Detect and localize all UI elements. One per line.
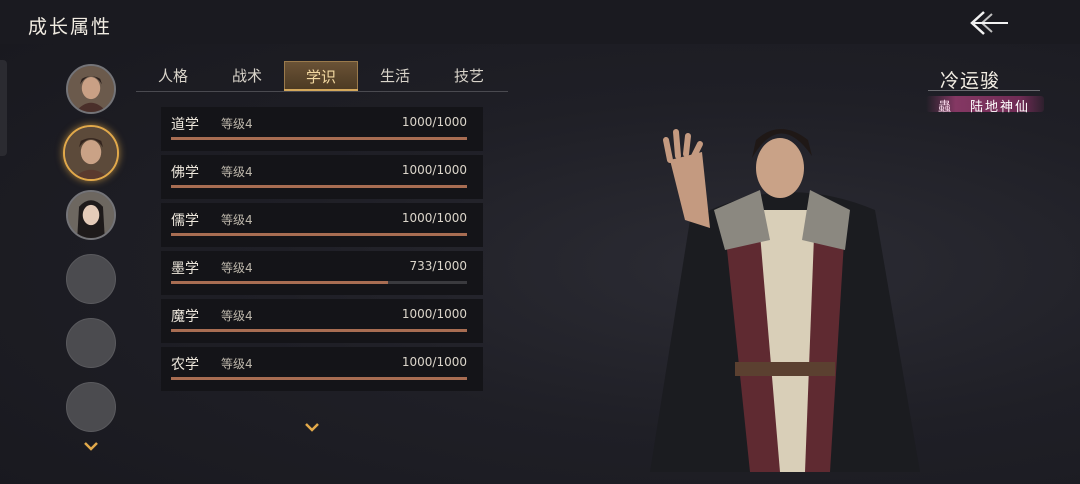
active-tab-underline: [284, 89, 358, 91]
attribute-row[interactable]: 道学 等级4 1000/1000: [161, 107, 483, 151]
page-title: 成长属性: [28, 16, 113, 38]
attribute-row[interactable]: 农学 等级4 1000/1000: [161, 347, 483, 391]
attribute-value: 1000/1000: [401, 307, 467, 321]
attribute-level: 等级4: [221, 213, 253, 227]
chevron-down-icon[interactable]: [305, 422, 319, 432]
tab-craft[interactable]: 技艺: [432, 61, 506, 92]
progress-track: [171, 233, 467, 236]
roster-avatar-empty[interactable]: [66, 254, 116, 304]
roster-avatar-empty[interactable]: [66, 382, 116, 432]
female-hero-portrait-icon: [68, 192, 114, 238]
progress-track: [171, 377, 467, 380]
attribute-value: 1000/1000: [401, 355, 467, 369]
attribute-value: 1000/1000: [401, 115, 467, 129]
attribute-value: 1000/1000: [401, 163, 467, 177]
rank-emblem-icon: 蟲: [938, 100, 952, 115]
attribute-name: 道学: [171, 117, 199, 133]
attribute-name: 儒学: [171, 213, 199, 229]
name-underline: [928, 90, 1040, 91]
progress-fill: [171, 185, 467, 188]
attribute-value: 733/1000: [409, 259, 468, 273]
attribute-level: 等级4: [221, 117, 253, 131]
progress-track: [171, 185, 467, 188]
progress-track: [171, 281, 467, 284]
progress-fill: [171, 377, 467, 380]
progress-fill: [171, 329, 467, 332]
attribute-name: 魔学: [171, 309, 199, 325]
progress-fill: [171, 281, 388, 284]
tab-life[interactable]: 生活: [358, 61, 432, 92]
tab-knowledge[interactable]: 学识: [284, 61, 358, 92]
rank-title: 陆地神仙: [970, 100, 1031, 115]
attribute-row[interactable]: 墨学 等级4 733/1000: [161, 251, 483, 295]
progress-track: [171, 137, 467, 140]
character-portrait: [650, 129, 920, 472]
category-tabs: 人格 战术 学识 生活 技艺: [136, 61, 508, 92]
rank-badge: 蟲 陆地神仙: [926, 94, 1044, 116]
attribute-name: 佛学: [171, 165, 199, 181]
progress-fill: [171, 233, 467, 236]
attribute-level: 等级4: [221, 309, 253, 323]
tab-tactics[interactable]: 战术: [210, 61, 284, 92]
character-name: 冷运骏: [940, 70, 1001, 92]
male-hero-portrait-icon: [68, 66, 114, 112]
roster-avatar-1[interactable]: [66, 64, 116, 114]
attribute-level: 等级4: [221, 165, 253, 179]
roster-avatar-3[interactable]: [66, 190, 116, 240]
attribute-name: 墨学: [171, 261, 199, 277]
attribute-row[interactable]: 儒学 等级4 1000/1000: [161, 203, 483, 247]
top-bar: [0, 0, 1080, 44]
back-arrow-icon[interactable]: [966, 8, 1010, 38]
male-hero-portrait-icon: [65, 127, 117, 179]
attribute-value: 1000/1000: [401, 211, 467, 225]
tab-personality[interactable]: 人格: [136, 61, 210, 92]
roster-avatar-2-selected[interactable]: [63, 125, 119, 181]
roster-avatar-empty[interactable]: [66, 318, 116, 368]
chevron-down-icon[interactable]: [84, 441, 98, 451]
side-handle[interactable]: [0, 60, 7, 156]
attribute-level: 等级4: [221, 357, 253, 371]
attribute-name: 农学: [171, 357, 199, 373]
attribute-level: 等级4: [221, 261, 253, 275]
progress-fill: [171, 137, 467, 140]
tab-divider: [136, 91, 508, 92]
progress-track: [171, 329, 467, 332]
attribute-row[interactable]: 魔学 等级4 1000/1000: [161, 299, 483, 343]
attribute-row[interactable]: 佛学 等级4 1000/1000: [161, 155, 483, 199]
